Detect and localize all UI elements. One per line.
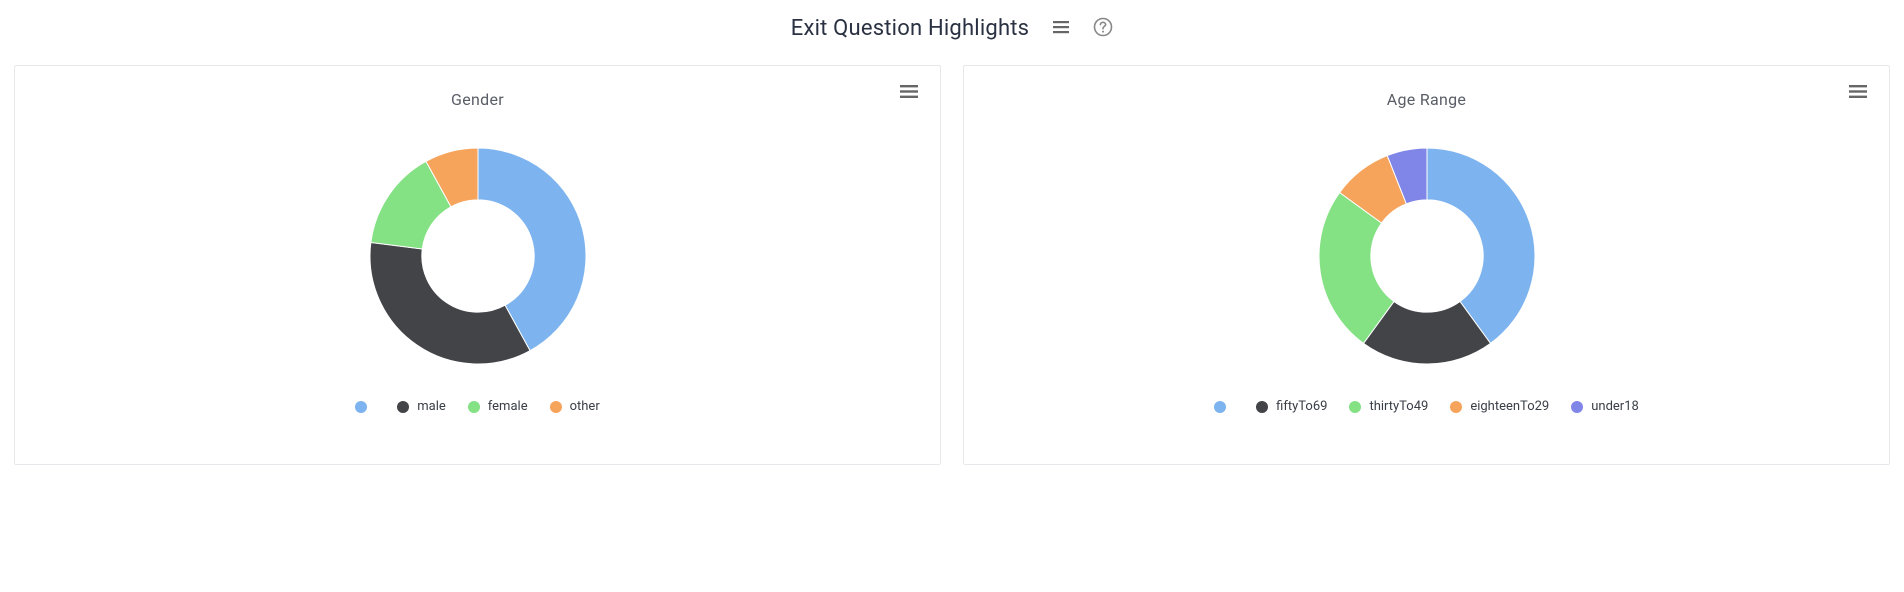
chart-title: Age Range <box>1387 90 1466 109</box>
legend-label: under18 <box>1591 399 1639 414</box>
help-button[interactable] <box>1093 17 1113 40</box>
legend-swatch <box>468 401 480 413</box>
chart-legend-age-range: fiftyTo69 thirtyTo49 eighteenTo29 under18 <box>1214 399 1639 414</box>
legend-label: fiftyTo69 <box>1276 399 1327 414</box>
legend-swatch <box>1256 401 1268 413</box>
hamburger-icon <box>1053 20 1069 37</box>
legend-item[interactable]: under18 <box>1571 399 1639 414</box>
page-header: Exit Question Highlights <box>0 0 1904 65</box>
chart-card-age-range: Age Range fiftyTo69 thirtyTo49 eighteenTo2… <box>963 65 1890 465</box>
help-icon <box>1093 17 1113 40</box>
legend-item[interactable] <box>355 399 375 414</box>
legend-label: other <box>570 399 600 414</box>
legend-swatch <box>550 401 562 413</box>
legend-label: thirtyTo49 <box>1369 399 1428 414</box>
legend-item[interactable]: fiftyTo69 <box>1256 399 1327 414</box>
hamburger-icon <box>900 84 918 102</box>
legend-item[interactable]: male <box>397 399 446 414</box>
donut-slice[interactable] <box>370 242 530 364</box>
legend-item[interactable]: thirtyTo49 <box>1349 399 1428 414</box>
donut-chart-age-range <box>1312 141 1542 371</box>
legend-item[interactable]: female <box>468 399 528 414</box>
charts-row: Gender male female other Age Range fiftyTo… <box>0 65 1904 485</box>
legend-swatch <box>1450 401 1462 413</box>
legend-label: eighteenTo29 <box>1470 399 1549 414</box>
legend-swatch <box>1349 401 1361 413</box>
legend-swatch <box>355 401 367 413</box>
legend-item[interactable]: other <box>550 399 600 414</box>
legend-item[interactable]: eighteenTo29 <box>1450 399 1549 414</box>
hamburger-icon <box>1849 84 1867 102</box>
legend-swatch <box>1214 401 1226 413</box>
chart-title: Gender <box>451 90 504 109</box>
chart-menu-button-gender[interactable] <box>900 84 918 102</box>
chart-legend-gender: male female other <box>355 399 599 414</box>
legend-label: female <box>488 399 528 414</box>
legend-swatch <box>397 401 409 413</box>
chart-card-gender: Gender male female other <box>14 65 941 465</box>
legend-swatch <box>1571 401 1583 413</box>
chart-menu-button-age-range[interactable] <box>1849 84 1867 102</box>
page-title: Exit Question Highlights <box>791 16 1029 41</box>
legend-item[interactable] <box>1214 399 1234 414</box>
header-icons <box>1053 17 1113 40</box>
legend-label: male <box>417 399 446 414</box>
donut-chart-gender <box>363 141 593 371</box>
page-menu-button[interactable] <box>1053 20 1069 37</box>
